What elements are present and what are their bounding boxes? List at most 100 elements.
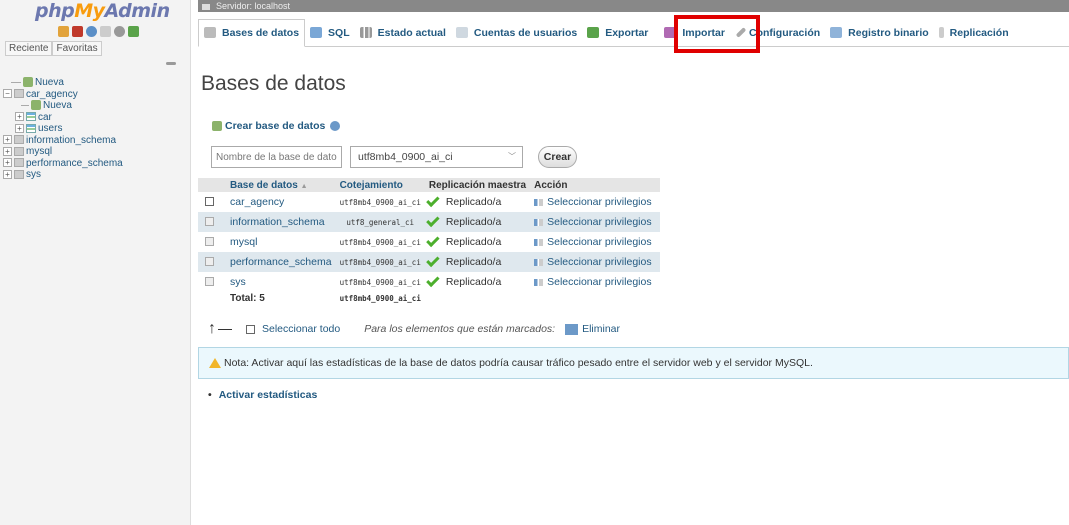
tree-item-information-schema[interactable]: + information_schema	[3, 135, 189, 146]
tree-item-new[interactable]: Nueva	[3, 77, 189, 88]
collation-cell: utf8mb4_0900_ai_ci	[335, 252, 425, 272]
top-menu: Bases de datos SQL Estado actual Cuentas…	[198, 18, 1069, 47]
check-privileges-link[interactable]: Seleccionar privilegios	[530, 192, 661, 212]
reload-icon[interactable]	[128, 26, 139, 37]
chevron-down-icon: ﹀	[508, 152, 516, 161]
expand-icon[interactable]: +	[3, 158, 12, 168]
home-icon[interactable]	[58, 26, 69, 37]
favorites-tab[interactable]: Favoritas	[52, 41, 102, 56]
tree-item-sys[interactable]: + sys	[3, 169, 189, 180]
check-icon	[426, 273, 440, 287]
tree-item-label: performance_schema	[26, 157, 123, 169]
column-header-name[interactable]: Base de datos ▲	[226, 178, 336, 192]
check-privileges-link[interactable]: Seleccionar privilegios	[530, 252, 661, 272]
privileges-icon	[534, 278, 544, 286]
tab-sql[interactable]: SQL	[305, 19, 355, 47]
row-checkbox[interactable]	[205, 197, 214, 207]
check-privileges-link[interactable]: Seleccionar privilegios	[530, 232, 661, 252]
tab-import[interactable]: Importar	[659, 19, 730, 47]
database-name-link[interactable]: sys	[226, 272, 336, 292]
database-name-link[interactable]: performance_schema	[226, 252, 336, 272]
logout-icon[interactable]	[72, 26, 83, 37]
tab-databases[interactable]: Bases de datos	[198, 18, 306, 47]
select-all-label[interactable]: Seleccionar todo	[262, 323, 340, 335]
database-icon	[14, 158, 24, 168]
collapse-icon[interactable]: −	[3, 89, 12, 99]
users-icon	[455, 27, 468, 38]
database-name-input[interactable]	[211, 146, 342, 168]
arrow-up-icon: ↑	[208, 320, 216, 337]
expand-icon[interactable]: +	[3, 146, 12, 156]
tab-label: Cuentas de usuarios	[473, 26, 578, 39]
delete-icon[interactable]	[565, 323, 579, 335]
create-db-heading[interactable]: Crear base de datos	[212, 120, 341, 132]
expand-icon[interactable]: +	[15, 112, 24, 122]
phpmyadmin-logo[interactable]: phpMyAdmin	[35, 0, 170, 22]
database-name-link[interactable]: car_agency	[226, 192, 336, 212]
recent-tab[interactable]: Reciente	[5, 41, 53, 56]
databases-table: Base de datos ▲ Cotejamiento Replicación…	[198, 178, 661, 304]
tab-status[interactable]: Estado actual	[355, 19, 451, 47]
tree-item-new-table[interactable]: Nueva	[3, 100, 189, 111]
replication-cell: Replicado/a	[424, 212, 531, 232]
tree-item-mysql[interactable]: + mysql	[3, 146, 189, 157]
check-icon	[426, 253, 440, 267]
tree-item-label: mysql	[26, 146, 53, 157]
arrow-line	[218, 328, 232, 330]
check-privileges-link[interactable]: Seleccionar privilegios	[530, 272, 661, 292]
select-all-checkbox[interactable]	[246, 324, 255, 334]
collation-value: utf8mb4_0900_ai_ci	[358, 151, 453, 163]
delete-button[interactable]: Eliminar	[582, 323, 620, 335]
tree-item-car[interactable]: + car	[3, 112, 189, 123]
logo-my: My	[74, 0, 105, 22]
new-database-icon	[212, 121, 222, 132]
tab-binary-log[interactable]: Registro binario	[825, 19, 934, 47]
privileges-icon	[534, 258, 544, 266]
link-panel-icon[interactable]	[166, 62, 176, 65]
expand-icon[interactable]: +	[3, 169, 12, 179]
check-icon	[426, 193, 440, 207]
check-privileges-link[interactable]: Seleccionar privilegios	[530, 212, 661, 232]
tab-export[interactable]: Exportar	[582, 19, 653, 47]
expand-icon[interactable]: +	[3, 135, 12, 145]
activate-statistics-link[interactable]: • Activar estadísticas	[208, 389, 317, 401]
table-row: sys utf8mb4_0900_ai_ci Replicado/a Selec…	[198, 272, 661, 292]
import-icon	[664, 27, 677, 38]
row-checkbox	[205, 257, 214, 267]
docs-icon[interactable]	[100, 26, 111, 37]
tree-item-car-agency[interactable]: − car_agency	[3, 89, 189, 100]
tree-item-users[interactable]: + users	[3, 123, 189, 134]
tab-label: Registro binario	[848, 26, 929, 39]
tab-replication[interactable]: Replicación	[934, 19, 1014, 47]
total-collation: utf8mb4_0900_ai_ci	[335, 292, 425, 304]
help-icon[interactable]	[330, 121, 341, 132]
page-title: Bases de datos	[201, 72, 346, 95]
database-name-link[interactable]: information_schema	[226, 212, 336, 232]
replication-cell: Replicado/a	[424, 192, 531, 212]
expand-icon[interactable]: +	[15, 123, 24, 133]
tab-user-accounts[interactable]: Cuentas de usuarios	[451, 19, 582, 47]
tab-settings[interactable]: Configuración	[734, 19, 825, 47]
server-label[interactable]: Servidor: localhost	[216, 1, 290, 11]
create-button[interactable]: Crear	[538, 146, 577, 168]
database-icon	[14, 89, 24, 99]
collation-select[interactable]: utf8mb4_0900_ai_ci ﹀	[350, 146, 523, 168]
settings-icon[interactable]	[114, 26, 125, 37]
create-db-label: Crear base de datos	[225, 120, 326, 132]
column-header-collation[interactable]: Cotejamiento	[335, 178, 425, 192]
tree-item-label: users	[38, 123, 63, 134]
tree-item-performance-schema[interactable]: + performance_schema	[3, 158, 189, 169]
database-icon	[14, 146, 24, 156]
bulk-actions: ↑ Seleccionar todo Para los elementos qu…	[208, 320, 620, 337]
column-header-action: Acción	[530, 178, 661, 192]
column-header-replication: Replicación maestra	[424, 178, 531, 192]
tab-label: Replicación	[949, 26, 1009, 39]
replication-cell: Replicado/a	[424, 232, 531, 252]
binlog-icon	[830, 27, 843, 38]
row-checkbox	[205, 277, 214, 287]
tree-item-label: sys	[26, 169, 41, 180]
server-breadcrumb: Servidor: localhost	[198, 0, 1069, 12]
help-icon[interactable]	[86, 26, 97, 37]
logo-admin: Admin	[104, 0, 171, 22]
database-name-link[interactable]: mysql	[226, 232, 336, 252]
